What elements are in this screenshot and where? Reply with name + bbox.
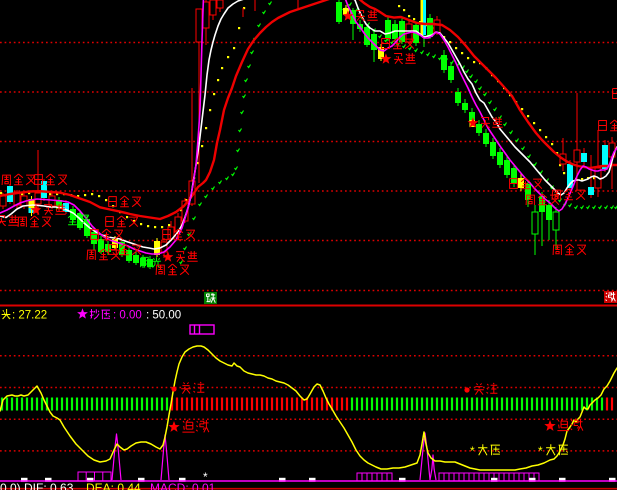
svg-text:*: * bbox=[470, 444, 475, 458]
svg-text:MACD: 0.01: MACD: 0.01 bbox=[150, 481, 216, 490]
svg-text:DEA: 0.44: DEA: 0.44 bbox=[86, 481, 141, 490]
svg-text:: 27.22: : 27.22 bbox=[12, 310, 47, 322]
svg-text:: 0.00: : 0.00 bbox=[113, 310, 142, 322]
svg-text:*: * bbox=[538, 444, 543, 458]
svg-text:: 50.00: : 50.00 bbox=[146, 310, 181, 322]
svg-text:0.0) DIF: 0.63: 0.0) DIF: 0.63 bbox=[0, 481, 74, 490]
